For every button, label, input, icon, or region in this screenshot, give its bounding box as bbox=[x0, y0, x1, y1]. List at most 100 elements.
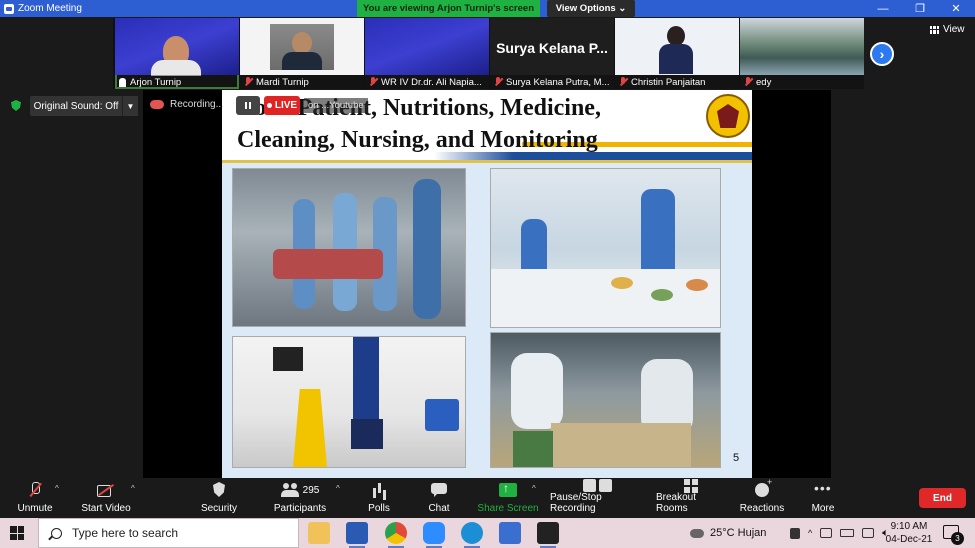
share-screen-button[interactable]: Share Screen bbox=[477, 478, 539, 517]
viewing-banner: You are viewing Arjon Turnip's screen bbox=[357, 0, 540, 17]
meeting-controls: Unmute ^ Start Video ^ Security 295 Part… bbox=[0, 477, 975, 517]
battery-icon[interactable] bbox=[840, 529, 855, 537]
shield-icon[interactable] bbox=[790, 527, 800, 539]
word-icon[interactable] bbox=[346, 522, 368, 548]
zoom-app-icon[interactable] bbox=[423, 522, 445, 548]
participants-button[interactable]: 295 Participants bbox=[270, 478, 330, 517]
breakout-rooms-button[interactable]: Breakout Rooms bbox=[656, 478, 726, 517]
participant-name: Surya Kelana Putra, M... bbox=[506, 76, 610, 88]
unmute-button[interactable]: Unmute bbox=[14, 478, 56, 517]
muted-mic-icon bbox=[244, 77, 252, 87]
start-video-button[interactable]: Start Video bbox=[78, 478, 134, 517]
taskbar-clock[interactable]: 9:10 AM 04-Dec-21 bbox=[884, 520, 934, 546]
video-options-caret[interactable]: ^ bbox=[131, 484, 135, 493]
wifi-icon[interactable] bbox=[862, 528, 875, 538]
participant-video bbox=[740, 18, 864, 75]
chat-label: Chat bbox=[428, 503, 450, 514]
recording-indicator[interactable]: Recording... bbox=[150, 99, 224, 110]
share-screen-label: Share Screen bbox=[477, 503, 539, 514]
edge-icon[interactable] bbox=[461, 522, 483, 548]
file-explorer-icon[interactable] bbox=[308, 522, 330, 544]
participants-options-caret[interactable]: ^ bbox=[336, 484, 340, 493]
encryption-shield-icon[interactable] bbox=[11, 100, 21, 111]
slide-title-line2: Cleaning, Nursing, and Monitoring bbox=[237, 127, 598, 153]
chrome-icon[interactable] bbox=[385, 522, 407, 548]
participants-label: Participants bbox=[273, 503, 327, 514]
chevron-up-icon[interactable]: ^ bbox=[808, 528, 812, 538]
reactions-button[interactable]: Reactions bbox=[740, 477, 784, 517]
live-badge[interactable]: LIVE bbox=[264, 96, 300, 115]
live-status-text: on ...Youtube bbox=[304, 98, 368, 113]
pin-icon bbox=[119, 77, 126, 87]
polls-button[interactable]: Polls bbox=[362, 478, 396, 517]
slide-photo-nursing-monitoring bbox=[490, 332, 721, 468]
chat-button[interactable]: Chat bbox=[424, 478, 454, 517]
participant-tile[interactable]: WR IV Dr.dr. Ali Napia... bbox=[365, 18, 489, 89]
clock-date: 04-Dec-21 bbox=[885, 534, 933, 545]
muted-mic-icon bbox=[494, 77, 502, 87]
slide-stripe bbox=[222, 160, 752, 163]
participant-name: WR IV Dr.dr. Ali Napia... bbox=[381, 76, 482, 88]
recording-label: Recording... bbox=[170, 99, 224, 110]
search-icon bbox=[51, 527, 62, 539]
pause-stop-recording-button[interactable]: Pause/Stop Recording bbox=[550, 478, 646, 517]
weather-text: 25°C Hujan bbox=[710, 527, 767, 539]
weather-widget[interactable]: 25°C Hujan bbox=[690, 518, 766, 548]
chevron-down-icon: ⌄ bbox=[618, 3, 627, 14]
next-page-button[interactable]: › bbox=[870, 42, 894, 66]
more-button[interactable]: More bbox=[808, 478, 838, 517]
pause-stop-recording-label: Pause/Stop Recording bbox=[550, 492, 602, 514]
search-placeholder: Type here to search bbox=[72, 526, 179, 540]
audio-options-caret[interactable]: ^ bbox=[55, 484, 59, 493]
caret-down-icon: ▼ bbox=[126, 101, 135, 111]
pause-stop-icon bbox=[583, 478, 612, 492]
security-button[interactable]: Security bbox=[196, 478, 242, 517]
view-button[interactable]: View bbox=[930, 24, 965, 35]
windows-start-icon[interactable] bbox=[10, 526, 24, 540]
unmute-label: Unmute bbox=[17, 503, 53, 514]
grid-view-icon bbox=[930, 25, 939, 34]
reactions-icon bbox=[753, 477, 772, 498]
participant-tile[interactable]: edy bbox=[740, 18, 864, 89]
original-sound-dropdown[interactable]: ▼ bbox=[122, 96, 138, 116]
participant-name: Arjon Turnip bbox=[130, 76, 182, 88]
end-meeting-button[interactable]: End bbox=[919, 488, 966, 508]
video-off-icon bbox=[97, 482, 115, 498]
participant-video bbox=[115, 18, 239, 76]
polls-icon bbox=[370, 482, 388, 498]
university-logo bbox=[706, 94, 750, 138]
participant-tile[interactable]: Mardi Turnip bbox=[240, 18, 364, 89]
chevron-right-icon: › bbox=[879, 46, 885, 62]
cloud-icon bbox=[690, 528, 704, 538]
terminal-icon[interactable] bbox=[537, 522, 559, 548]
clock-time: 9:10 AM bbox=[890, 521, 928, 532]
pause-icon bbox=[245, 102, 247, 109]
original-sound-button[interactable]: Original Sound: Off bbox=[30, 96, 122, 116]
network-icon[interactable] bbox=[820, 528, 833, 538]
notifications-badge: 3 bbox=[951, 532, 964, 545]
more-label: More bbox=[811, 503, 835, 514]
participant-tile[interactable]: Arjon Turnip bbox=[115, 18, 239, 89]
breakout-rooms-label: Breakout Rooms bbox=[656, 492, 697, 514]
view-options-label: View Options bbox=[555, 3, 616, 14]
close-button[interactable]: ✕ bbox=[933, 0, 975, 17]
participant-name-display: Surya Kelana P... bbox=[496, 40, 608, 56]
pause-live-button[interactable] bbox=[236, 96, 260, 115]
muted-mic-icon bbox=[369, 77, 377, 87]
participant-tile[interactable]: Christin Panjaitan bbox=[615, 18, 739, 89]
more-icon bbox=[814, 480, 832, 498]
snipping-tool-icon[interactable] bbox=[499, 522, 521, 544]
participant-name: edy bbox=[756, 76, 772, 88]
view-options-button[interactable]: View Options ⌄ bbox=[547, 0, 635, 17]
share-options-caret[interactable]: ^ bbox=[532, 484, 536, 493]
start-video-label: Start Video bbox=[81, 503, 131, 514]
participant-tile[interactable]: Surya Kelana P... Surya Kelana Putra, M.… bbox=[490, 18, 614, 89]
muted-mic-icon bbox=[619, 77, 627, 87]
taskbar-search[interactable]: Type here to search bbox=[38, 518, 299, 548]
live-stream-indicator: LIVE on ...Youtube bbox=[236, 96, 368, 115]
participant-video bbox=[615, 18, 739, 75]
participant-video bbox=[365, 18, 489, 75]
zoom-icon bbox=[4, 3, 14, 14]
slide-photo-nutrition bbox=[490, 168, 721, 328]
participant-gallery: Arjon Turnip Mardi Turnip WR IV Dr.dr. A… bbox=[113, 18, 864, 89]
